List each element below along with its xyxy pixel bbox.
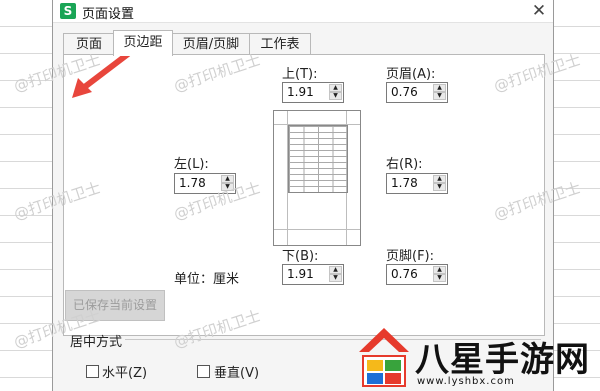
close-button[interactable]: ✕	[529, 0, 549, 22]
unit-label: 单位：厘米	[174, 272, 240, 287]
left-margin-value: 1.78	[179, 176, 206, 190]
tab-margins[interactable]: 页边距	[113, 30, 173, 56]
spin-down-icon[interactable]: ▼	[433, 92, 446, 100]
footer-margin-spinner[interactable]: 0.76 ▲ ▼	[386, 264, 448, 285]
spin-up-icon[interactable]: ▲	[221, 175, 234, 183]
centering-section-title: 居中方式	[70, 335, 123, 350]
header-margin-value: 0.76	[391, 85, 418, 99]
header-margin-label: 页眉(A):	[386, 67, 436, 82]
spin-down-icon[interactable]: ▼	[329, 92, 342, 100]
annotation-arrow-icon	[72, 51, 131, 98]
tab-header-footer[interactable]: 页眉/页脚	[171, 33, 251, 55]
top-margin-spinner[interactable]: 1.91 ▲ ▼	[282, 82, 344, 103]
spin-up-icon[interactable]: ▲	[329, 84, 342, 92]
horizontal-center-checkbox[interactable]	[86, 365, 99, 378]
preview-cells	[288, 125, 348, 193]
dialog-title: 页面设置	[82, 7, 135, 22]
tab-worksheet[interactable]: 工作表	[249, 33, 311, 55]
brand-mark-icon	[359, 328, 409, 387]
spin-down-icon[interactable]: ▼	[329, 274, 342, 282]
page-preview	[273, 110, 361, 246]
bottom-margin-value: 1.91	[287, 267, 314, 281]
spin-up-icon[interactable]: ▲	[433, 266, 446, 274]
brand-name: 八星手游网	[415, 340, 590, 380]
spin-down-icon[interactable]: ▼	[433, 183, 446, 191]
preview-margin-line	[274, 229, 360, 230]
bottom-margin-spinner[interactable]: 1.91 ▲ ▼	[282, 264, 344, 285]
brand-url: www.lyshbx.com	[417, 376, 515, 387]
spin-up-icon[interactable]: ▲	[433, 84, 446, 92]
spin-down-icon[interactable]: ▼	[433, 274, 446, 282]
bottom-margin-label: 下(B):	[282, 249, 319, 264]
spin-up-icon[interactable]: ▲	[329, 266, 342, 274]
vertical-center-checkbox[interactable]	[197, 365, 210, 378]
header-margin-spinner[interactable]: 0.76 ▲ ▼	[386, 82, 448, 103]
right-margin-value: 1.78	[391, 176, 418, 190]
footer-margin-label: 页脚(F):	[386, 249, 435, 264]
spin-up-icon[interactable]: ▲	[433, 175, 446, 183]
dialog-titlebar: S 页面设置 ✕	[53, 0, 553, 23]
right-margin-spinner[interactable]: 1.78 ▲ ▼	[386, 173, 448, 194]
top-margin-label: 上(T):	[282, 67, 318, 82]
left-margin-label: 左(L):	[174, 157, 209, 172]
brand-logo: 八星手游网 www.lyshbx.com	[355, 326, 600, 391]
horizontal-center-label[interactable]: 水平(Z)	[102, 362, 147, 381]
app-icon: S	[60, 3, 76, 19]
top-margin-value: 1.91	[287, 85, 314, 99]
footer-margin-value: 0.76	[391, 267, 418, 281]
right-margin-label: 右(R):	[386, 157, 423, 172]
vertical-center-label[interactable]: 垂直(V)	[214, 362, 259, 381]
